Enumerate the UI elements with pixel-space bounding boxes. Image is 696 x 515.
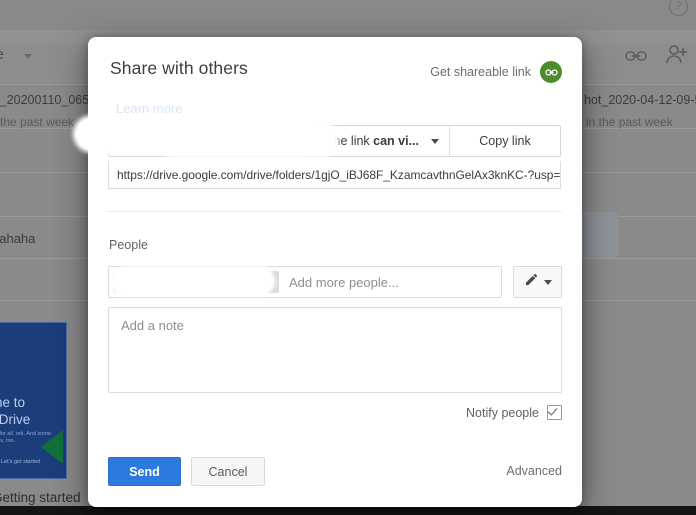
notify-people-label: Notify people [466, 405, 539, 420]
search-input[interactable]: Search Drive [0, 0, 696, 30]
people-input-row[interactable]: ✕ [108, 266, 502, 298]
copy-link-button[interactable]: Copy link [450, 126, 560, 156]
pencil-edit-icon [524, 272, 539, 292]
advanced-link[interactable]: Advanced [506, 464, 562, 478]
section-divider [107, 211, 562, 212]
share-dialog: Share with others Get shareable link Lea… [88, 37, 582, 507]
get-shareable-link-label: Get shareable link [430, 65, 531, 79]
link-icon[interactable] [624, 48, 648, 64]
file-name[interactable]: hahaha [0, 231, 35, 246]
file-meta: in the past week [586, 115, 673, 129]
link-sharing-notice-row: Learn more [110, 101, 182, 116]
get-shareable-link-button[interactable]: Get shareable link [430, 61, 562, 83]
welcome-card-cta[interactable]: Let's get started [1, 459, 40, 465]
link-access-dropdown[interactable]: with the link can vi... [109, 126, 450, 156]
breadcrumb-chevron-down-icon[interactable] [24, 54, 32, 59]
file-name[interactable]: hot_2020-04-12-09-5 [584, 93, 696, 107]
send-button[interactable]: Send [108, 457, 181, 486]
learn-more-link[interactable]: Learn more [116, 101, 182, 116]
file-meta: n the past week [0, 115, 75, 129]
notify-people-checkbox[interactable] [547, 405, 562, 420]
chevron-down-icon [431, 138, 439, 144]
share-url-text: https://drive.google.com/drive/folders/1… [117, 167, 561, 182]
add-people-input[interactable] [287, 273, 501, 291]
close-x-icon[interactable]: ✕ [259, 271, 279, 293]
link-chain-icon [540, 61, 562, 83]
note-field[interactable] [108, 307, 562, 393]
bottom-strip [0, 506, 696, 515]
cancel-button[interactable]: Cancel [191, 457, 265, 486]
chevron-down-icon [543, 279, 552, 285]
welcome-card-title-line2: gle Drive [0, 412, 31, 427]
add-person-icon[interactable] [664, 44, 690, 66]
link-access-row: with the link can vi... Copy link [108, 125, 561, 157]
welcome-card-title-line1: come to [0, 395, 26, 410]
getting-started-label[interactable]: Getting started [0, 490, 81, 505]
notify-people-toggle[interactable]: Notify people [466, 405, 562, 420]
note-textarea[interactable] [119, 316, 555, 388]
file-name[interactable]: O_20200110_065 [0, 93, 89, 107]
permission-dropdown-button[interactable] [513, 266, 562, 298]
breadcrumb[interactable]: ve [0, 46, 4, 63]
share-url-field[interactable]: https://drive.google.com/drive/folders/1… [108, 161, 561, 189]
people-section-label: People [109, 238, 148, 252]
dialog-title: Share with others [110, 58, 248, 78]
link-access-label: with the link can vi... [304, 134, 419, 148]
person-chip-name [113, 271, 259, 293]
person-chip[interactable]: ✕ [113, 271, 279, 293]
green-arrow-annotation [41, 430, 63, 464]
